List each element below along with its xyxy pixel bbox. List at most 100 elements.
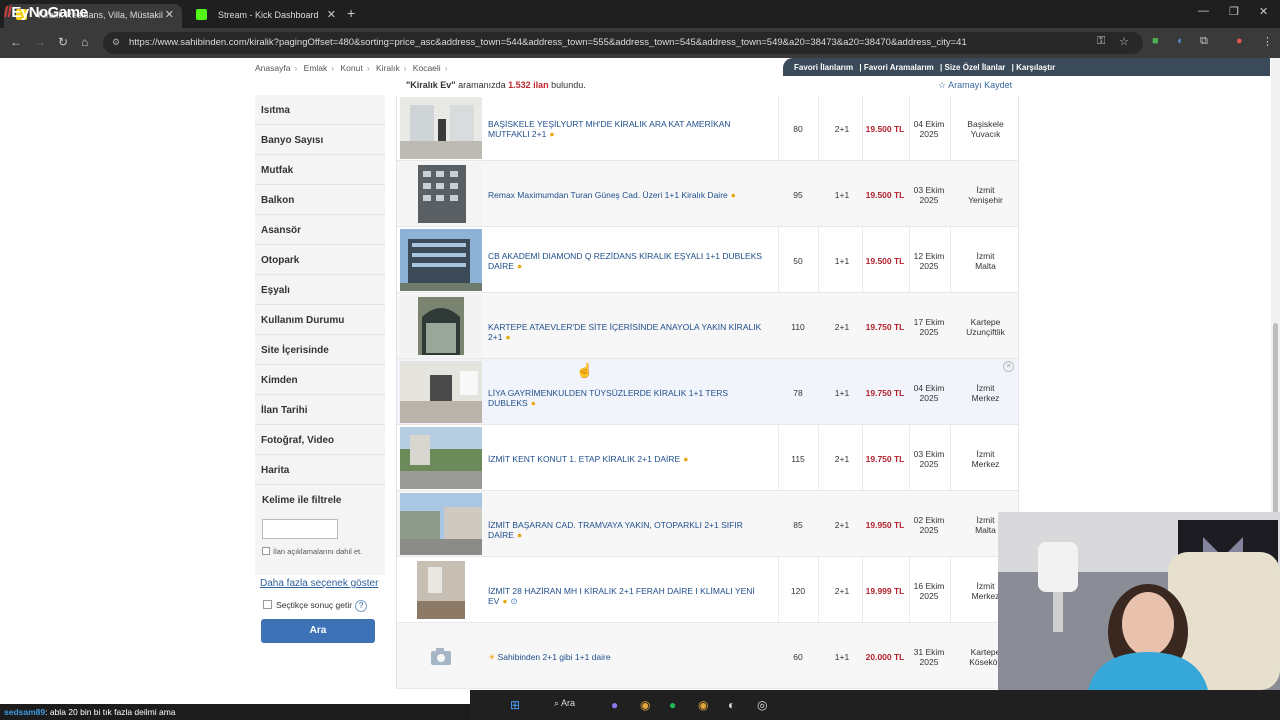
back-icon[interactable]: ←	[10, 35, 22, 49]
save-search-link[interactable]: ☆ Aramayı Kaydet	[938, 80, 1012, 91]
more-options-link[interactable]: Daha fazla seçenek göster	[260, 578, 378, 589]
menu-kebab-icon[interactable]: ⋮	[1262, 35, 1273, 48]
listing-thumbnail[interactable]	[400, 295, 482, 357]
app-icon[interactable]: ◎	[757, 698, 767, 712]
auto-results-checkbox[interactable]: Seçtikçe sonuç getir?	[263, 600, 368, 612]
breadcrumb-item[interactable]: Kiralık	[376, 63, 400, 73]
filter-balcony[interactable]: Balkon	[255, 185, 385, 215]
extension-icon[interactable]: ◖	[1176, 35, 1183, 47]
new-tab-button[interactable]: +	[347, 5, 355, 21]
close-tab-icon[interactable]: ✕	[165, 8, 174, 21]
discord-icon[interactable]: ●	[611, 698, 618, 712]
table-row[interactable]: İZMİT KENT KONUT 1. ETAP KİRALIK 2+1 DAİ…	[397, 425, 1018, 491]
listing-rooms: 2+1	[834, 586, 850, 596]
taskbar-search[interactable]: ⌕ Ara	[554, 698, 575, 709]
listing-location: Kartepe Uzunçiftlik	[966, 317, 1005, 337]
listing-price: 19.999 TL	[865, 586, 905, 596]
extension-icon[interactable]: ■	[1152, 35, 1159, 47]
chrome-profile-icon[interactable]: ◉	[698, 698, 708, 712]
listing-title-link[interactable]: ☀ Sahibinden 2+1 gibi 1+1 daire	[488, 652, 773, 662]
forward-icon[interactable]: →	[34, 35, 46, 49]
filter-heating[interactable]: Isıtma	[255, 95, 385, 125]
help-icon[interactable]: ?	[355, 600, 368, 612]
table-row[interactable]: LİYA GAYRİMENKULDEN TÜYSÜZLERDE KİRALIK …	[397, 359, 1018, 425]
listing-thumbnail[interactable]	[400, 163, 482, 225]
favorite-listings-link[interactable]: Favori İlanlarım	[794, 63, 853, 72]
table-row[interactable]: İZMİT BAŞARAN CAD. TRAMVAYA YAKIN, OTOPA…	[397, 491, 1018, 557]
obs-icon[interactable]: ◐	[728, 698, 735, 712]
result-count: "Kiralık Ev" aramanızda 1.532 ilan bulun…	[406, 80, 586, 90]
restore-icon[interactable]: ❐	[1229, 5, 1239, 18]
listing-thumbnail[interactable]	[400, 427, 482, 489]
profile-avatar[interactable]: ●	[1236, 35, 1243, 47]
spotify-icon[interactable]: ●	[669, 698, 676, 712]
listing-thumbnail[interactable]	[400, 493, 482, 555]
windows-taskbar: ⊞ ⌕ Ara ● ◉ ● ◉ ◐ ◎	[470, 690, 1280, 720]
close-tab-icon[interactable]: ✕	[327, 8, 336, 21]
listing-thumbnail[interactable]	[400, 229, 482, 291]
breadcrumb-item[interactable]: Emlak	[304, 63, 328, 73]
listing-title-link[interactable]: Remax Maximumdan Turan Güneş Cad. Üzeri …	[488, 190, 773, 200]
kick-favicon	[196, 9, 207, 20]
listing-date: 04 Ekim 2025	[913, 383, 945, 403]
reload-icon[interactable]: ↻	[58, 35, 68, 49]
breadcrumb-item[interactable]: Anasayfa	[255, 63, 290, 73]
listing-title-link[interactable]: LİYA GAYRİMENKULDEN TÜYSÜZLERDE KİRALIK …	[488, 388, 773, 408]
listing-title-link[interactable]: İZMİT KENT KONUT 1. ETAP KİRALIK 2+1 DAİ…	[488, 454, 773, 464]
breadcrumb-item[interactable]: Konut	[341, 63, 363, 73]
listing-title-link[interactable]: İZMİT BAŞARAN CAD. TRAMVAYA YAKIN, OTOPA…	[488, 520, 773, 540]
home-icon[interactable]: ⌂	[81, 35, 88, 49]
breadcrumb-item[interactable]: Kocaeli	[413, 63, 441, 73]
minimize-icon[interactable]: —	[1198, 5, 1209, 17]
pin-icon: ●	[683, 454, 689, 464]
no-photo-camera-icon[interactable]	[400, 625, 482, 687]
listing-title-link[interactable]: CB AKADEMİ DIAMOND Q REZİDANS KİRALIK EŞ…	[488, 251, 773, 271]
search-button[interactable]: Ara	[261, 619, 375, 643]
owner-badge-icon: ☀	[488, 652, 496, 662]
hide-listing-icon[interactable]: ✕	[1003, 361, 1014, 372]
filter-usage-status[interactable]: Kullanım Durumu	[255, 305, 385, 335]
listing-title-link[interactable]: KARTEPE ATAEVLER'DE SİTE İÇERİSİNDE ANAY…	[488, 322, 773, 342]
listing-m2: 95	[793, 190, 803, 200]
listing-title-link[interactable]: BAŞİSKELE YEŞİLYURT MH'DE KİRALIK ARA KA…	[488, 119, 773, 139]
filter-kitchen[interactable]: Mutfak	[255, 155, 385, 185]
keyword-input[interactable]	[262, 519, 338, 539]
windows-start-icon[interactable]: ⊞	[510, 698, 520, 712]
table-row[interactable]: BAŞİSKELE YEŞİLYURT MH'DE KİRALIK ARA KA…	[397, 95, 1018, 161]
address-bar[interactable]: ⚙ https://www.sahibinden.com/kiralik?pag…	[103, 32, 1143, 54]
listing-location: İzmit Yenişehir	[968, 185, 1003, 205]
filter-from-whom[interactable]: Kimden	[255, 365, 385, 395]
extensions-puzzle-icon[interactable]: ⧉	[1200, 35, 1208, 48]
listing-rooms: 2+1	[834, 124, 850, 134]
site-info-icon[interactable]: ⚙	[112, 37, 120, 48]
listing-rooms: 2+1	[834, 454, 850, 464]
filter-elevator[interactable]: Asansör	[255, 215, 385, 245]
listing-rooms: 1+1	[834, 652, 850, 662]
password-key-icon[interactable]: ⚿	[1097, 35, 1105, 48]
table-row[interactable]: CB AKADEMİ DIAMOND Q REZİDANS KİRALIK EŞ…	[397, 227, 1018, 293]
bookmark-star-icon[interactable]: ☆	[1119, 35, 1129, 48]
table-row[interactable]: ☀ Sahibinden 2+1 gibi 1+1 daire 60 1+1 20…	[397, 623, 1018, 689]
tab-kick[interactable]: Stream - Kick Dashboard ✕	[184, 4, 344, 28]
listing-thumbnail[interactable]	[400, 559, 482, 621]
listing-title-link[interactable]: İZMİT 28 HAZİRAN MH I KİRALIK 2+1 FERAH …	[488, 586, 773, 606]
filter-parking[interactable]: Otopark	[255, 245, 385, 275]
table-row[interactable]: İZMİT 28 HAZİRAN MH I KİRALIK 2+1 FERAH …	[397, 557, 1018, 623]
listing-thumbnail[interactable]	[400, 361, 482, 423]
compare-link[interactable]: Karşılaştır	[1016, 63, 1055, 72]
filter-furnished[interactable]: Eşyalı	[255, 275, 385, 305]
table-row[interactable]: Remax Maximumdan Turan Güneş Cad. Üzeri …	[397, 161, 1018, 227]
table-row[interactable]: KARTEPE ATAEVLER'DE SİTE İÇERİSİNDE ANAY…	[397, 293, 1018, 359]
special-listings-link[interactable]: Size Özel İlanlar	[944, 63, 1005, 72]
close-window-icon[interactable]: ✕	[1259, 5, 1268, 18]
include-descriptions-checkbox[interactable]: İlan açıklamalarını dahil et.	[262, 547, 362, 556]
filter-map[interactable]: Harita	[255, 455, 385, 485]
filter-photo-video[interactable]: Fotoğraf, Video	[255, 425, 385, 455]
pin-icon: ●	[549, 129, 555, 139]
filter-bathrooms[interactable]: Banyo Sayısı	[255, 125, 385, 155]
favorite-searches-link[interactable]: Favori Aramalarım	[864, 63, 934, 72]
chrome-icon[interactable]: ◉	[640, 698, 650, 712]
filter-in-complex[interactable]: Site İçerisinde	[255, 335, 385, 365]
filter-listing-date[interactable]: İlan Tarihi	[255, 395, 385, 425]
listing-thumbnail[interactable]	[400, 97, 482, 159]
